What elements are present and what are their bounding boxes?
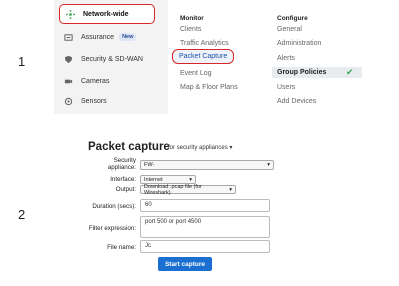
duration-input[interactable]: 60 [140, 199, 270, 212]
configure-header: Configure [277, 15, 308, 22]
security-appliance-select[interactable]: FW- ▾ [140, 160, 274, 170]
new-badge: New [119, 33, 137, 41]
select-value: Internet [144, 176, 163, 183]
camera-icon [64, 77, 73, 86]
file-name-label: File name: [107, 244, 136, 251]
sidebar-item-label: Security & SD-WAN [81, 55, 143, 63]
file-name-input[interactable]: Jc [140, 240, 270, 253]
sidebar-item-assurance[interactable]: Assurance New [54, 28, 168, 46]
checkmark-icon: ✔ [346, 67, 354, 77]
sidebar-item-label: Cameras [81, 77, 110, 85]
filter-expression-label: Filter expression: [88, 225, 136, 232]
sidebar-item-sensors[interactable]: Sensors [54, 92, 168, 110]
network-wide-menu: Monitor Configure Clients Traffic Analyt… [168, 0, 388, 114]
output-select[interactable]: Download .pcap file (for Wireshark) ▾ [140, 183, 236, 196]
sidebar: Network-wide Assurance New Security & SD… [54, 0, 168, 114]
chevron-down-icon: ▾ [229, 186, 232, 193]
sidebar-item-label: Network-wide [83, 10, 129, 18]
menu-item-event-log[interactable]: Event Log [180, 70, 212, 77]
menu-item-general[interactable]: General [277, 26, 302, 33]
sidebar-item-label: Assurance [81, 33, 115, 41]
step-number-2: 2 [18, 207, 26, 222]
interface-label: Interface: [110, 176, 136, 183]
menu-item-packet-capture[interactable]: Packet Capture [172, 49, 235, 64]
sidebar-item-network-wide[interactable]: Network-wide [59, 4, 155, 24]
monitor-header: Monitor [180, 15, 204, 22]
sidebar-item-label: Sensors [81, 97, 107, 105]
chevron-down-icon: ▾ [267, 162, 270, 168]
sidebar-item-security[interactable]: Security & SD-WAN [54, 50, 168, 68]
menu-item-clients[interactable]: Clients [180, 26, 201, 33]
step-number-1: 1 [18, 54, 26, 69]
menu-item-administration[interactable]: Administration [277, 40, 321, 47]
select-value: Download .pcap file (for Wireshark) [144, 183, 202, 196]
network-icon [66, 9, 75, 19]
menu-item-map-floor-plans[interactable]: Map & Floor Plans [180, 84, 238, 91]
shield-icon [64, 55, 73, 64]
select-value: FW- [144, 162, 155, 168]
assurance-icon [64, 33, 73, 42]
menu-item-traffic-analytics[interactable]: Traffic Analytics [180, 40, 229, 47]
menu-item-users[interactable]: Users [277, 84, 295, 91]
duration-label: Duration (secs): [92, 203, 136, 210]
output-label: Output: [115, 186, 136, 193]
filter-expression-input[interactable]: port 500 or port 4500 [140, 216, 270, 238]
security-appliance-label: Security appliance: [107, 157, 136, 171]
appliance-type-dropdown[interactable]: for security appliances ▾ [168, 144, 232, 151]
sidebar-item-cameras[interactable]: Cameras [54, 72, 168, 90]
menu-item-alerts[interactable]: Alerts [277, 55, 295, 62]
page-title: Packet capture [88, 141, 170, 153]
start-capture-button[interactable]: Start capture [158, 257, 212, 271]
chevron-down-icon: ▾ [189, 176, 192, 183]
sensor-icon [64, 97, 73, 106]
menu-item-add-devices[interactable]: Add Devices [277, 98, 316, 105]
